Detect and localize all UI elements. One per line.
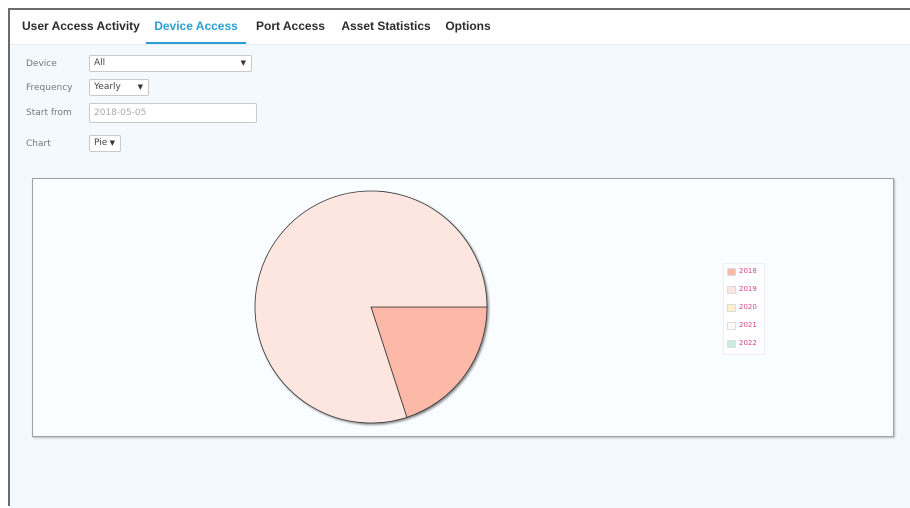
chart-type-label: Chart [26,139,51,149]
legend-swatch [727,304,736,312]
tab-asset-statistics[interactable]: Asset Statistics [340,10,432,42]
legend-label: 2021 [739,321,757,329]
legend-item-2019[interactable]: 2019 [724,282,764,300]
legend-label: 2022 [739,339,757,347]
device-select-value: All [94,58,106,68]
chart-type-select-value: Pie [94,138,108,148]
device-label: Device [26,59,57,69]
legend-label: 2020 [739,303,757,311]
frequency-label: Frequency [26,83,73,93]
chart-panel: 2018 2019 2020 2021 2022 [32,178,894,437]
tab-bar: User Access Activity Device Access Port … [10,10,910,45]
legend-swatch [727,340,736,348]
legend-item-2022[interactable]: 2022 [724,336,764,354]
app-window: User Access Activity Device Access Port … [8,8,910,508]
legend-label: 2018 [739,267,757,275]
tab-port-access[interactable]: Port Access [256,10,325,42]
legend-swatch [727,322,736,330]
caret-down-icon: ▼ [137,83,143,91]
chart-legend: 2018 2019 2020 2021 2022 [723,263,765,355]
tab-user-access-activity[interactable]: User Access Activity [22,10,140,42]
frequency-select-value: Yearly [94,82,121,92]
legend-label: 2019 [739,285,757,293]
legend-item-2021[interactable]: 2021 [724,318,764,336]
frequency-select[interactable]: Yearly ▼ [89,79,149,96]
tab-options[interactable]: Options [444,10,492,42]
legend-item-2020[interactable]: 2020 [724,300,764,318]
caret-down-icon: ▼ [109,139,115,147]
start-date-input[interactable]: 2018-05-05 [89,103,257,123]
legend-item-2018[interactable]: 2018 [724,264,764,282]
legend-swatch [727,286,736,294]
tab-device-access[interactable]: Device Access [146,10,246,44]
start-from-label: Start from [26,108,72,118]
legend-swatch [727,268,736,276]
chart-type-select[interactable]: Pie ▼ [89,135,121,152]
caret-down-icon: ▼ [240,59,246,67]
device-select[interactable]: All ▼ [89,55,252,72]
filter-panel: Device All ▼ Frequency Yearly ▼ Start fr… [10,45,910,185]
